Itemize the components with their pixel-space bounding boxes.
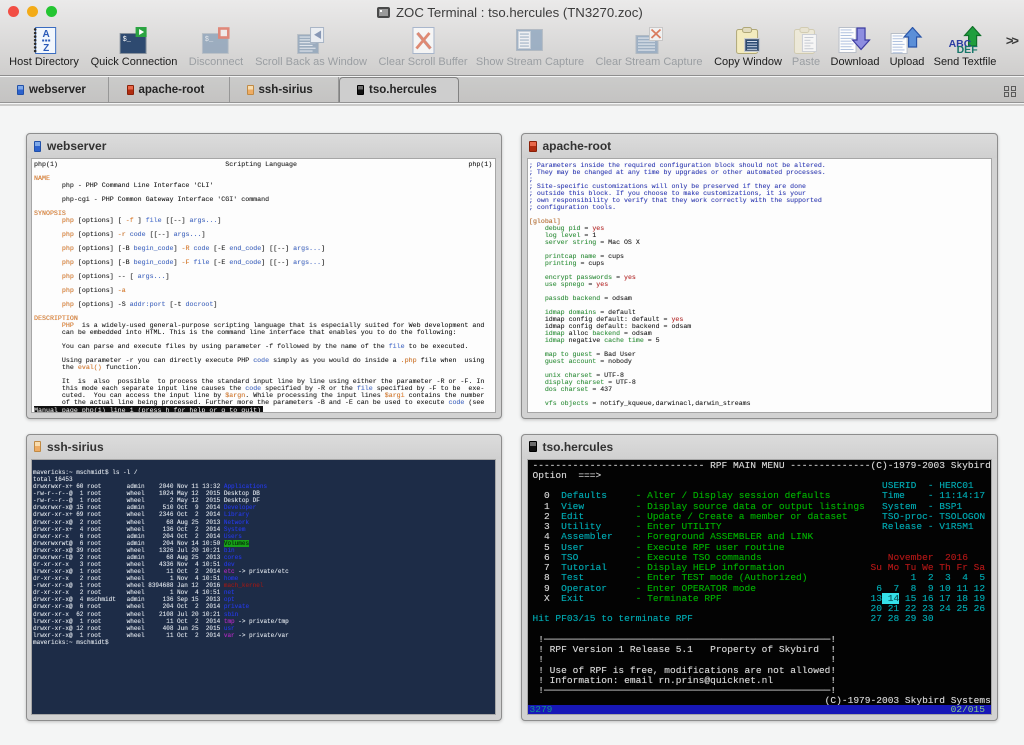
svg-text:Z: Z <box>43 43 49 54</box>
svg-text:A: A <box>42 29 49 40</box>
svg-text:$_: $_ <box>123 36 132 44</box>
svg-text:$_: $_ <box>205 36 214 44</box>
svg-text:DEF: DEF <box>956 44 978 54</box>
